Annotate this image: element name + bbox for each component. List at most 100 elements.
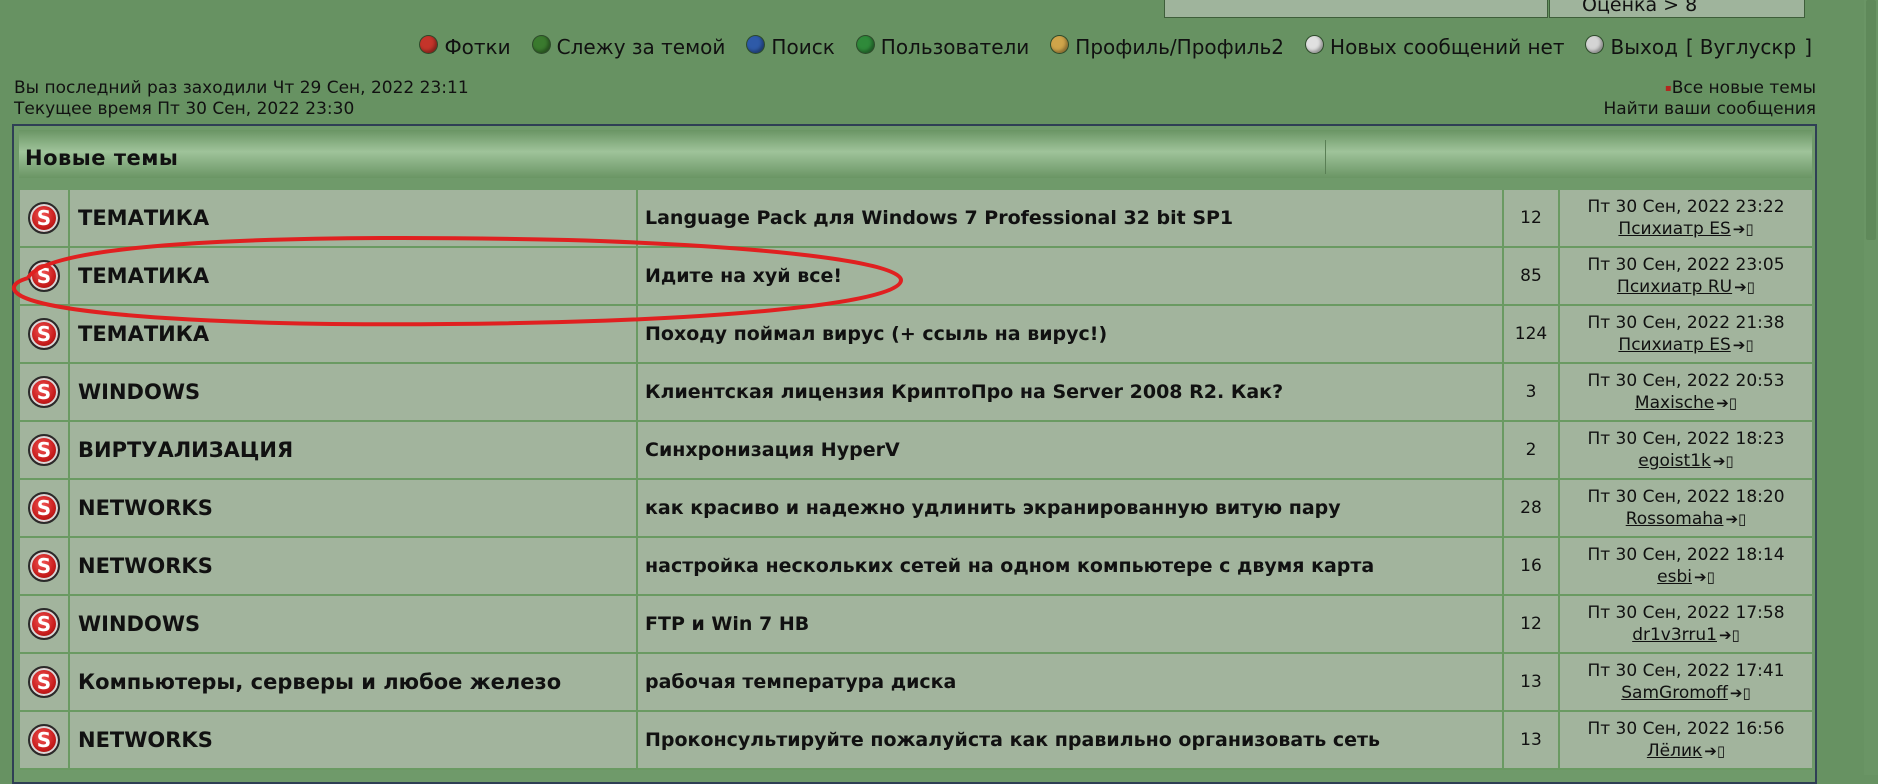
go-to-last-post-icon[interactable]: ➔▯ <box>1734 278 1755 296</box>
nav-messages[interactable]: Новых сообщений нет <box>1306 35 1564 59</box>
last-visit-text: Вы последний раз заходили Чт 29 Сен, 202… <box>14 78 469 98</box>
replies-count: 13 <box>1504 712 1560 768</box>
go-to-last-post-icon[interactable]: ➔▯ <box>1694 568 1715 586</box>
last-post-author[interactable]: esbi <box>1657 567 1692 587</box>
vertical-scrollbar[interactable] <box>1864 0 1878 775</box>
replies-count: 3 <box>1504 364 1560 420</box>
last-post-cell: Пт 30 Сен, 2022 18:23 egoist1k ➔▯ <box>1560 422 1812 478</box>
table-row: S WINDOWS Клиентская лицензия КриптоПро … <box>20 364 1812 422</box>
forum-link[interactable]: NETWORKS <box>78 554 213 578</box>
forum-link[interactable]: WINDOWS <box>78 612 200 636</box>
rating-filter[interactable]: Оценка > 8 <box>1549 0 1805 18</box>
last-post-date: Пт 30 Сен, 2022 17:41 <box>1587 661 1785 681</box>
nav-users[interactable]: Пользователи <box>856 35 1029 59</box>
last-post-date: Пт 30 Сен, 2022 20:53 <box>1587 371 1785 391</box>
forum-link[interactable]: ВИРТУАЛИЗАЦИЯ <box>78 438 293 462</box>
last-post-author[interactable]: Психиатр RU <box>1617 277 1732 297</box>
top-navigation: Фотки Слежу за темой Поиск Пользователи … <box>0 34 1812 60</box>
topic-link[interactable]: FTP и Win 7 HB <box>645 613 809 635</box>
forum-cell: NETWORKS <box>70 712 638 768</box>
forum-cell: NETWORKS <box>70 480 638 536</box>
last-post-author[interactable]: egoist1k <box>1638 451 1711 471</box>
all-new-topics-link[interactable]: Все новые темы <box>1672 78 1816 98</box>
topic-link[interactable]: Клиентская лицензия КриптоПро на Server … <box>645 381 1283 403</box>
go-to-last-post-icon[interactable]: ➔▯ <box>1733 220 1754 238</box>
nav-label: Выход <box>1610 35 1678 59</box>
topic-link[interactable]: Language Pack для Windows 7 Professional… <box>645 207 1233 229</box>
topic-link[interactable]: Походу поймал вирус (+ ссыль на вирус!) <box>645 323 1107 345</box>
forum-cell: WINDOWS <box>70 596 638 652</box>
topic-link[interactable]: Идите на хуй все! <box>645 265 842 287</box>
go-to-last-post-icon[interactable]: ➔▯ <box>1725 510 1746 528</box>
bracket-open: [ <box>1685 35 1694 59</box>
forum-cell: ВИРТУАЛИЗАЦИЯ <box>70 422 638 478</box>
table-row: S NETWORKS настройка нескольких сетей на… <box>20 538 1812 596</box>
unread-topic-badge-icon: S <box>28 434 60 466</box>
table-row: S NETWORKS Проконсультируйте пожалуйста … <box>20 712 1812 770</box>
forum-link[interactable]: NETWORKS <box>78 496 213 520</box>
nav-label: Слежу за темой <box>556 35 726 59</box>
table-row: S ВИРТУАЛИЗАЦИЯ Синхронизация HyperV 2 П… <box>20 422 1812 480</box>
forum-cell: WINDOWS <box>70 364 638 420</box>
forum-link[interactable]: ТЕМАТИКА <box>78 264 209 288</box>
last-post-author[interactable]: Психиатр ES <box>1618 219 1730 239</box>
last-post-author[interactable]: SamGromoff <box>1621 683 1728 703</box>
replies-count: 124 <box>1504 306 1560 362</box>
forum-link[interactable]: ТЕМАТИКА <box>78 322 209 346</box>
find-your-posts-link[interactable]: Найти ваши сообщения <box>1603 99 1816 119</box>
forum-link[interactable]: NETWORKS <box>78 728 213 752</box>
last-post-date: Пт 30 Сен, 2022 21:38 <box>1587 313 1785 333</box>
forum-link[interactable]: WINDOWS <box>78 380 200 404</box>
go-to-last-post-icon[interactable]: ➔▯ <box>1730 684 1751 702</box>
last-post-author[interactable]: Rossomaha <box>1626 509 1724 529</box>
last-post-author[interactable]: Maxische <box>1635 393 1714 413</box>
go-to-last-post-icon[interactable]: ➔▯ <box>1719 626 1740 644</box>
current-username: Вуглускр <box>1699 35 1797 59</box>
filter-field[interactable] <box>1164 0 1548 18</box>
topic-cell: рабочая температура диска <box>638 654 1504 710</box>
forum-cell: NETWORKS <box>70 538 638 594</box>
nav-photos[interactable]: Фотки <box>420 35 511 59</box>
topic-status-cell: S <box>20 306 70 362</box>
last-post-cell: Пт 30 Сен, 2022 23:22 Психиатр ES ➔▯ <box>1560 190 1812 246</box>
nav-profile[interactable]: Профиль/Профиль2 <box>1051 35 1284 59</box>
go-to-last-post-icon[interactable]: ➔▯ <box>1713 452 1734 470</box>
users-icon <box>856 35 874 53</box>
nav-watched-topics[interactable]: Слежу за темой <box>532 35 726 59</box>
replies-count: 2 <box>1504 422 1560 478</box>
table-row: S WINDOWS FTP и Win 7 HB 12 Пт 30 Сен, 2… <box>20 596 1812 654</box>
replies-count: 16 <box>1504 538 1560 594</box>
topic-link[interactable]: как красиво и надежно удлинить экраниров… <box>645 497 1341 519</box>
new-topics-table: Новые темы S ТЕМАТИКА Language Pack для … <box>12 124 1817 784</box>
go-to-last-post-icon[interactable]: ➔▯ <box>1716 394 1737 412</box>
photo-icon <box>420 35 438 53</box>
topic-link[interactable]: настройка нескольких сетей на одном комп… <box>645 555 1374 577</box>
topic-link[interactable]: рабочая температура диска <box>645 671 956 693</box>
last-post-date: Пт 30 Сен, 2022 23:05 <box>1587 255 1785 275</box>
replies-count: 13 <box>1504 654 1560 710</box>
last-post-cell: Пт 30 Сен, 2022 20:53 Maxische ➔▯ <box>1560 364 1812 420</box>
last-post-date: Пт 30 Сен, 2022 18:20 <box>1587 487 1785 507</box>
forum-cell: ТЕМАТИКА <box>70 190 638 246</box>
last-post-author[interactable]: dr1v3rru1 <box>1632 625 1717 645</box>
replies-count: 85 <box>1504 248 1560 304</box>
last-post-date: Пт 30 Сен, 2022 18:23 <box>1587 429 1785 449</box>
last-post-author[interactable]: Лёлик <box>1647 741 1702 761</box>
table-title: Новые темы <box>25 146 179 170</box>
nav-logout[interactable]: Выход [ Вуглускр ] <box>1586 35 1812 59</box>
go-to-last-post-icon[interactable]: ➔▯ <box>1733 336 1754 354</box>
forum-link[interactable]: ТЕМАТИКА <box>78 206 209 230</box>
topic-link[interactable]: Синхронизация HyperV <box>645 439 900 461</box>
replies-count: 28 <box>1504 480 1560 536</box>
topic-link[interactable]: Проконсультируйте пожалуйста как правиль… <box>645 729 1380 751</box>
session-info: Вы последний раз заходили Чт 29 Сен, 202… <box>14 78 469 120</box>
unread-topic-badge-icon: S <box>28 202 60 234</box>
nav-search[interactable]: Поиск <box>747 35 835 59</box>
forum-link[interactable]: Компьютеры, серверы и любое железо <box>78 670 561 694</box>
go-to-last-post-icon[interactable]: ➔▯ <box>1704 742 1725 760</box>
scrollbar-thumb[interactable] <box>1866 0 1876 240</box>
last-post-date: Пт 30 Сен, 2022 18:14 <box>1587 545 1785 565</box>
forum-cell: ТЕМАТИКА <box>70 306 638 362</box>
last-post-author[interactable]: Психиатр ES <box>1618 335 1730 355</box>
search-icon <box>747 35 765 53</box>
